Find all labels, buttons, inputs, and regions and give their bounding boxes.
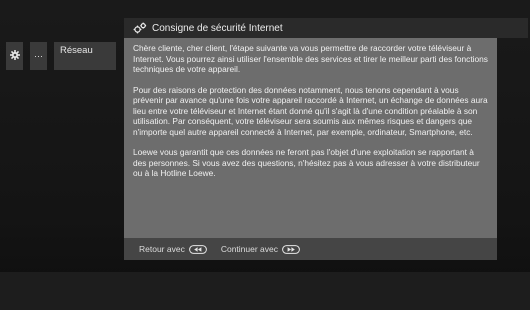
menu-more-item[interactable]: ··· [30, 42, 47, 70]
continue-button[interactable]: Continuer avec [221, 244, 300, 254]
menu-more-label: ··· [34, 51, 43, 61]
dialog-footer: Retour avec Continuer avec [124, 238, 497, 260]
dialog-paragraph: Chère cliente, cher client, l'étape suiv… [133, 43, 488, 74]
back-button[interactable]: Retour avec [139, 244, 207, 254]
fast-forward-key-icon [282, 244, 300, 254]
dialog-body: Chère cliente, cher client, l'étape suiv… [124, 38, 497, 238]
gears-icon [133, 22, 147, 34]
dialog-paragraph: Pour des raisons de protection des donné… [133, 84, 488, 137]
gear-icon [9, 47, 20, 65]
dialog-title-bar: Consigne de sécurité Internet [124, 18, 528, 38]
back-label: Retour avec [139, 244, 185, 254]
menu-item-reseau[interactable]: Réseau [54, 42, 116, 70]
bottom-band [0, 272, 530, 310]
continue-label: Continuer avec [220, 244, 279, 254]
menu-settings-item[interactable] [6, 42, 23, 70]
dialog-paragraph: Loewe vous garantit que ces données ne f… [133, 147, 480, 178]
dialog-title: Consigne de sécurité Internet [152, 22, 283, 34]
rewind-key-icon [188, 244, 207, 254]
menu-item-reseau-label: Réseau [60, 45, 93, 56]
